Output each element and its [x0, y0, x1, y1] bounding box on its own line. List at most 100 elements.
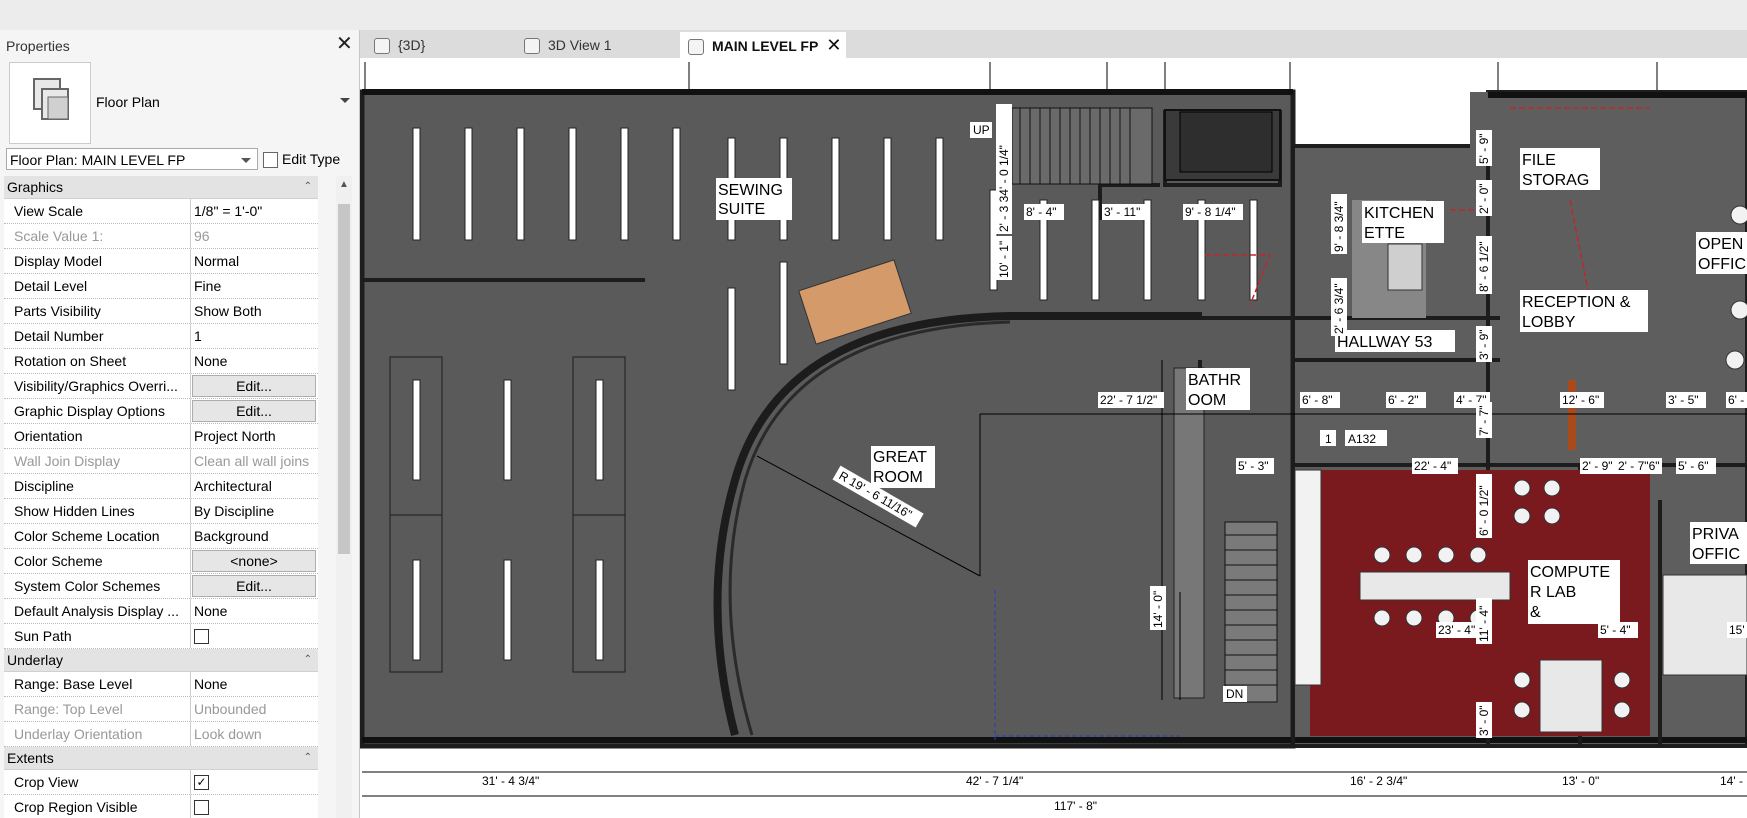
scrollbar-thumb[interactable] — [338, 204, 350, 554]
counter — [1173, 367, 1205, 699]
property-row: Show Hidden Lines By Discipline — [4, 499, 318, 524]
property-value[interactable]: Background — [194, 528, 269, 544]
door-tag-a132: A132 — [1348, 432, 1376, 446]
type-dropdown-arrow-icon[interactable] — [340, 98, 350, 103]
property-value-cell[interactable]: Architectural — [191, 474, 318, 498]
drawing-area[interactable]: SEWING SUITE GREAT ROOM BATHR OOM KITCHE… — [360, 58, 1747, 818]
property-value-cell: Unbounded — [191, 697, 318, 721]
property-value-cell[interactable]: ✓ — [191, 770, 318, 794]
property-value-cell[interactable]: None — [191, 672, 318, 696]
property-value-cell[interactable] — [191, 624, 318, 648]
property-value-cell[interactable]: 1 — [191, 324, 318, 348]
property-name: Range: Base Level — [4, 672, 191, 696]
property-value[interactable]: Architectural — [194, 478, 272, 494]
dim-13-0: 13' - 0" — [1562, 774, 1599, 788]
scroll-up-icon[interactable]: ▲ — [339, 179, 349, 190]
dim-5-9: 5' - 9" — [1477, 133, 1491, 164]
property-value-cell[interactable]: Background — [191, 524, 318, 548]
dim-7-7: 7' - 7" — [1477, 405, 1491, 436]
property-name: Color Scheme — [4, 549, 191, 573]
tab-main-level-fp[interactable]: MAIN LEVEL FP ✕ — [680, 32, 846, 58]
property-row: Rotation on Sheet None — [4, 349, 318, 374]
property-row: Scale Value 1: 96 — [4, 224, 318, 249]
property-row: Orientation Project North — [4, 424, 318, 449]
door-tag-1: 1 — [1325, 432, 1332, 446]
checkbox[interactable] — [194, 799, 209, 815]
room-label-bath-2: OOM — [1188, 392, 1226, 409]
property-value[interactable]: None — [194, 353, 227, 369]
property-value-cell[interactable]: 1/8" = 1'-0" — [191, 199, 318, 223]
property-value-cell[interactable]: Edit... — [191, 574, 318, 598]
dim-31-4: 31' - 4 3/4" — [482, 774, 539, 788]
property-value[interactable]: Fine — [194, 278, 221, 294]
dim-9-8: 9' - 8 1/4" — [1185, 205, 1236, 219]
property-value[interactable]: Normal — [194, 253, 239, 269]
property-row: Discipline Architectural — [4, 474, 318, 499]
property-name: Crop Region Visible — [4, 795, 191, 818]
property-value-cell[interactable]: Edit... — [191, 399, 318, 423]
checkbox[interactable] — [194, 628, 209, 644]
property-row: Default Analysis Display ... None — [4, 599, 318, 624]
room-label-computer-3: & — [1530, 604, 1541, 621]
properties-scrollbar[interactable]: ▲ ▼ — [336, 176, 352, 818]
property-value-cell[interactable]: <none> — [191, 549, 318, 573]
property-value-cell[interactable]: None — [191, 599, 318, 623]
property-row: Range: Base Level None — [4, 672, 318, 697]
close-properties-icon[interactable]: ✕ — [336, 34, 353, 54]
property-name: Graphic Display Options — [4, 399, 191, 423]
close-tab-icon[interactable]: ✕ — [826, 35, 841, 55]
property-value-cell[interactable]: By Discipline — [191, 499, 318, 523]
section-title: Underlay — [7, 652, 64, 668]
room-label-great-2: ROOM — [873, 469, 923, 486]
property-value-cell[interactable]: Project North — [191, 424, 318, 448]
property-row: Detail Level Fine — [4, 274, 318, 299]
room-label-file: FILE — [1522, 152, 1556, 169]
property-value-cell[interactable]: Fine — [191, 274, 318, 298]
tab-3d-view-1[interactable]: 3D View 1 — [516, 32, 676, 58]
property-row: System Color Schemes Edit... — [4, 574, 318, 599]
property-value[interactable]: None — [194, 603, 227, 619]
collapse-icon[interactable]: ⌃ — [304, 649, 312, 671]
dim-5-6: 5' - 6" — [1678, 459, 1709, 473]
floor-plan-drawing[interactable]: SEWING SUITE GREAT ROOM BATHR OOM KITCHE… — [360, 58, 1747, 818]
dim-16-2: 16' - 2 3/4" — [1350, 774, 1407, 788]
property-value[interactable]: 1/8" = 1'-0" — [194, 203, 262, 219]
property-row: View Scale 1/8" = 1'-0" — [4, 199, 318, 224]
edit-button[interactable]: <none> — [192, 550, 316, 572]
section-extents[interactable]: Extents ⌃ — [4, 747, 318, 770]
property-value-cell[interactable]: Normal — [191, 249, 318, 273]
property-name: Detail Number — [4, 324, 191, 348]
dim-23-4: 23' - 4" — [1438, 623, 1475, 637]
dim-8-6: 8' - 6 1/2" — [1477, 241, 1491, 292]
dim-6-2: 6' - 2" — [1388, 393, 1419, 407]
property-value[interactable]: Project North — [194, 428, 276, 444]
dim-3-5: 3' - 5" — [1668, 393, 1699, 407]
collapse-icon[interactable]: ⌃ — [304, 747, 312, 769]
edit-button[interactable]: Edit... — [192, 575, 316, 597]
property-value[interactable]: None — [194, 676, 227, 692]
property-row: Range: Top Level Unbounded — [4, 697, 318, 722]
up-tag: UP — [973, 123, 990, 137]
edit-type-button[interactable]: Edit Type — [263, 147, 351, 171]
property-value[interactable]: Show Both — [194, 303, 262, 319]
property-value-cell[interactable]: Edit... — [191, 374, 318, 398]
room-label-kitchen: KITCHEN — [1364, 205, 1434, 222]
instance-selector[interactable]: Floor Plan: MAIN LEVEL FP — [6, 148, 258, 170]
checkbox[interactable]: ✓ — [194, 774, 209, 790]
collapse-icon[interactable]: ⌃ — [304, 176, 312, 198]
dim-3-11: 3' - 11" — [1104, 205, 1140, 219]
section-underlay[interactable]: Underlay ⌃ — [4, 649, 318, 672]
property-row: Detail Number 1 — [4, 324, 318, 349]
dim-42-7: 42' - 7 1/4" — [966, 774, 1023, 788]
property-value[interactable]: By Discipline — [194, 503, 274, 519]
dim-22-4: 22' - 4" — [1414, 459, 1451, 473]
tab-3d[interactable]: {3D} — [366, 32, 500, 58]
edit-button[interactable]: Edit... — [192, 400, 316, 422]
edit-button[interactable]: Edit... — [192, 375, 316, 397]
section-graphics[interactable]: Graphics ⌃ — [4, 176, 318, 199]
property-value-cell[interactable] — [191, 795, 318, 818]
dim-6-8: 6' - 8" — [1302, 393, 1333, 407]
property-value-cell[interactable]: None — [191, 349, 318, 373]
property-value-cell[interactable]: Show Both — [191, 299, 318, 323]
property-value[interactable]: 1 — [194, 328, 202, 344]
